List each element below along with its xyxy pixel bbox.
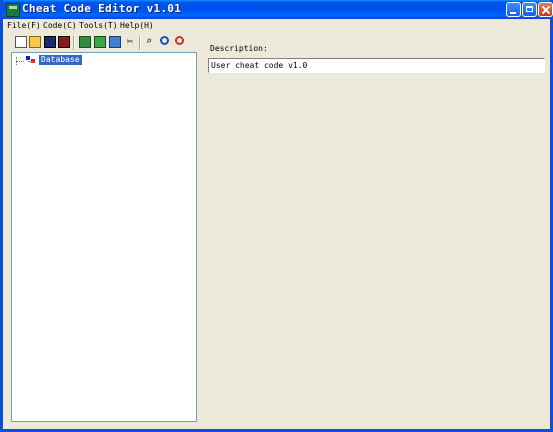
new-icon[interactable] <box>15 36 27 48</box>
find-next-icon[interactable] <box>175 36 184 45</box>
mail-edit-icon[interactable] <box>109 36 121 48</box>
menu-file[interactable]: File(F) <box>7 21 41 30</box>
menu-code[interactable]: Code(C) <box>43 21 77 30</box>
cut-icon[interactable]: ✂ <box>124 36 136 48</box>
find-icon[interactable] <box>160 36 169 45</box>
tree-node-database[interactable]: Database <box>39 55 82 65</box>
mail-icon[interactable] <box>79 36 91 48</box>
save-icon[interactable] <box>44 36 56 48</box>
menu-tools[interactable]: Tools(T) <box>79 21 118 30</box>
toolbar-separator <box>139 36 141 50</box>
maximize-button[interactable] <box>522 2 537 17</box>
app-icon <box>6 3 20 17</box>
menu-help[interactable]: Help(H) <box>120 21 154 30</box>
mail-send-icon[interactable] <box>94 36 106 48</box>
save-as-icon[interactable] <box>58 36 70 48</box>
description-label: Description: <box>210 44 268 53</box>
window-title: Cheat Code Editor v1.01 <box>22 2 182 15</box>
binoculars-icon[interactable]: ⌕ <box>146 36 158 48</box>
open-icon[interactable] <box>29 36 41 48</box>
close-button[interactable] <box>538 2 553 17</box>
title-bar[interactable]: Cheat Code Editor v1.01 <box>3 0 553 19</box>
database-tree[interactable]: Database <box>11 52 197 422</box>
toolbar: ✂ ⌕ <box>3 34 198 52</box>
minimize-button[interactable] <box>506 2 521 17</box>
toolbar-separator <box>73 36 75 50</box>
menu-bar: File(F) Code(C) Tools(T) Help(H) <box>3 19 550 34</box>
tree-line <box>16 61 24 62</box>
description-field[interactable] <box>208 58 545 73</box>
main-window: Cheat Code Editor v1.01 File(F) Code(C) … <box>0 0 553 432</box>
database-icon <box>26 56 38 65</box>
